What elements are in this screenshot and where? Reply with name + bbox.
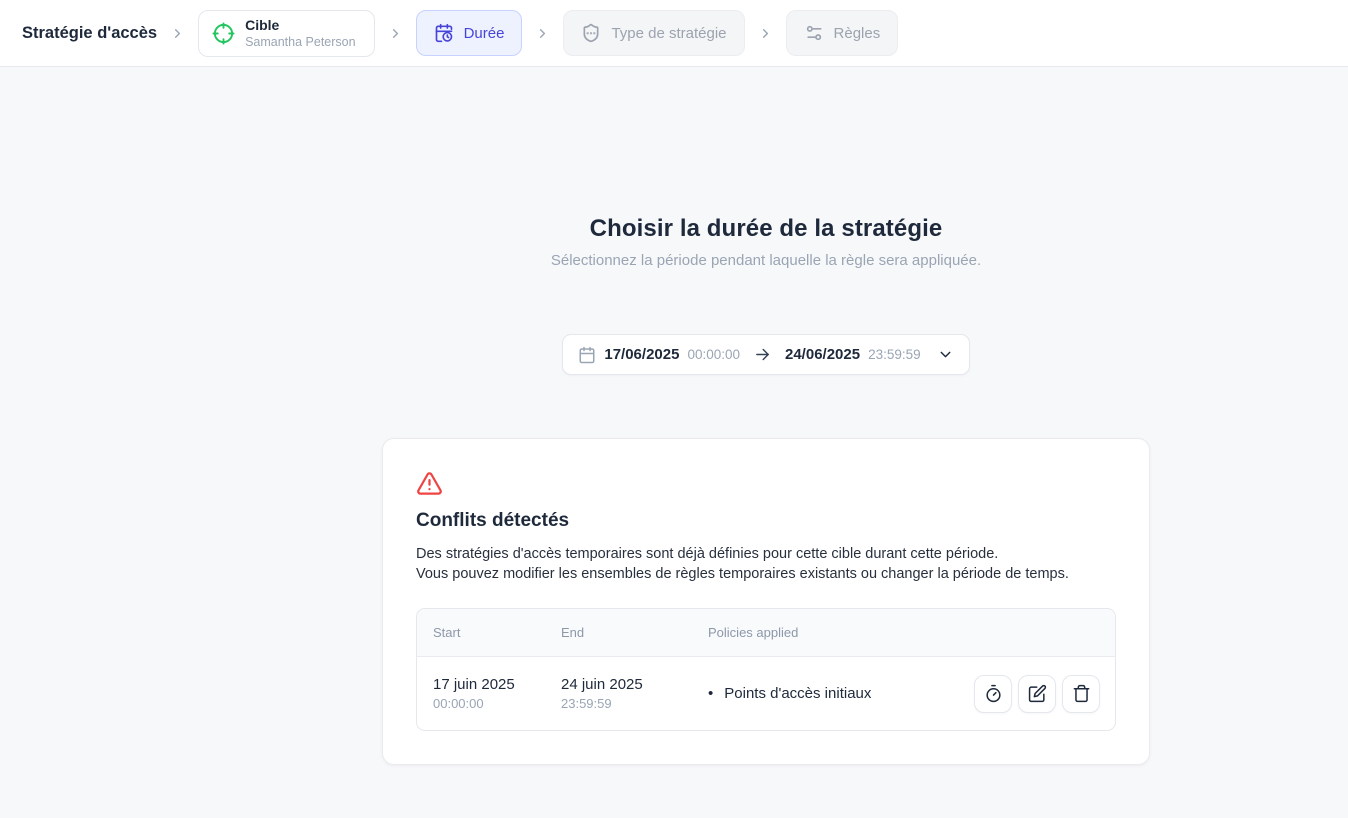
column-header-start: Start [433,625,461,640]
conflict-description-line1: Des stratégies d'accès temporaires sont … [416,546,999,562]
start-date-value: 17/06/2025 [604,346,680,363]
page-breadcrumb-title: Stratégie d'accès [22,23,158,42]
end-date-value: 24/06/2025 [785,346,861,363]
edit-button[interactable] [1018,674,1056,713]
step-policy-type[interactable]: Type de stratégie [563,10,745,56]
target-icon [212,21,235,45]
row-end-date: 24 juin 2025 [561,676,643,693]
conflicts-table: Start End Policies applied 17 juin 2025 … [416,608,1116,731]
sliders-icon [804,23,824,43]
row-end-time: 23:59:59 [561,696,612,711]
conflict-title: Conflits détectés [416,510,570,531]
column-header-policies: Policies applied [708,625,799,640]
end-time-value: 23:59:59 [868,347,921,362]
step-policy-type-label: Type de stratégie [611,24,727,42]
page-title: Choisir la durée de la stratégie [589,215,943,242]
main-content: Choisir la durée de la stratégie Sélecti… [0,67,1348,765]
step-duration-label: Durée [463,24,505,42]
step-rules-label: Règles [833,24,881,42]
policy-list-item: • Points d'accès initiaux [708,685,974,702]
edit-icon [1028,684,1047,703]
row-start-date: 17 juin 2025 [433,676,515,693]
policy-name: Points d'accès initiaux [724,685,872,702]
chevron-right-icon [388,26,403,41]
table-header-row: Start End Policies applied [417,609,1115,657]
row-start-time: 00:00:00 [433,696,484,711]
breadcrumb: Stratégie d'accès Cible Samantha Peterso… [0,0,1348,67]
step-target[interactable]: Cible Samantha Peterson [198,9,375,57]
bullet: • [708,685,714,702]
date-range-picker[interactable]: 17/06/2025 00:00:00 24/06/2025 23:59:59 [562,334,970,375]
calendar-icon [578,346,596,364]
trash-icon [1072,684,1091,703]
step-target-sublabel: Samantha Peterson [245,34,356,49]
delete-button[interactable] [1062,674,1100,713]
calendar-clock-icon [434,23,454,43]
conflict-description-line2: Vous pouvez modifier les ensembles de rè… [416,566,1069,582]
warning-triangle-icon [416,470,1116,497]
conflict-card: Conflits détectés Des stratégies d'accès… [382,438,1150,765]
chevron-right-icon [535,26,550,41]
start-time-value: 00:00:00 [687,347,740,362]
step-target-label: Cible [245,16,280,33]
timer-icon [984,684,1003,703]
step-duration[interactable]: Durée [415,10,523,56]
chevron-down-icon [937,346,954,363]
arrow-right-icon [754,346,771,363]
table-row: 17 juin 2025 00:00:00 24 juin 2025 23:59… [417,657,1115,730]
page-subtitle: Sélectionnez la période pendant laquelle… [550,252,982,269]
column-header-end: End [561,625,585,640]
shield-ellipsis-icon [581,23,601,43]
chevron-right-icon [758,26,773,41]
timer-button[interactable] [974,674,1012,713]
chevron-right-icon [170,26,185,41]
step-rules[interactable]: Règles [785,10,899,56]
